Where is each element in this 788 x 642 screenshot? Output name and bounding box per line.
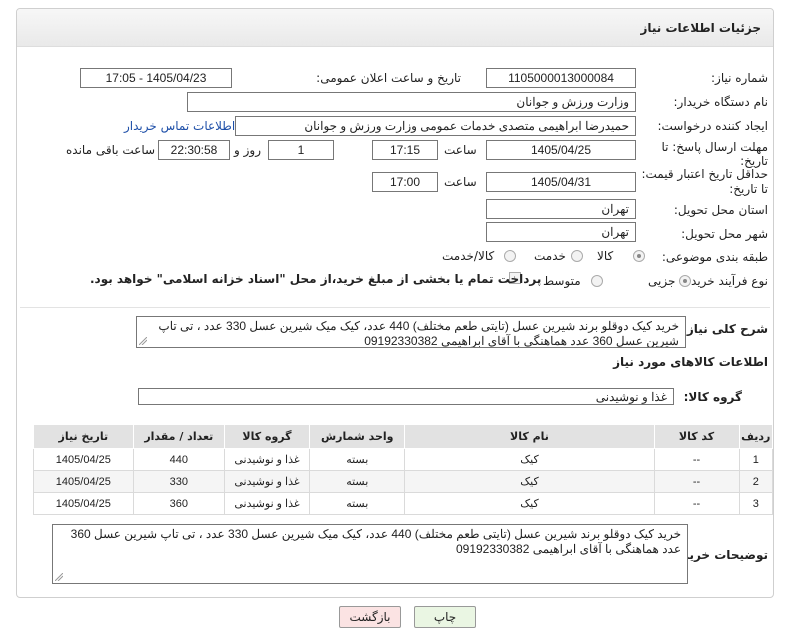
validity-time-field: 17:00	[372, 172, 438, 192]
table-row: 2 -- کیک بسته غذا و نوشیدنی 330 1405/04/…	[33, 470, 774, 493]
province-label: استان محل تحویل:	[673, 203, 768, 217]
process-radio-medium[interactable]	[591, 275, 603, 287]
col-date: تاریخ نیاز	[33, 424, 134, 449]
category-option-both: کالا/خدمت	[442, 249, 495, 263]
validity-time-label: ساعت	[444, 175, 477, 189]
cell-date: 1405/04/25	[33, 448, 134, 471]
separator	[20, 307, 770, 308]
cell-row: 2	[738, 470, 774, 493]
back-button[interactable]: بازگشت	[339, 606, 401, 628]
cell-code: --	[653, 448, 740, 471]
cell-name: کیک	[404, 492, 655, 515]
validity-label-date: تا تاریخ:	[729, 182, 768, 196]
city-label: شهر محل تحویل:	[681, 227, 768, 241]
buyer-notes-text: خرید کیک دوقلو برند شیرین عسل (تایتی طعم…	[70, 527, 681, 556]
category-radio-service[interactable]	[571, 250, 583, 262]
goods-table: ردیف کد کالا نام کالا واحد شمارش گروه کا…	[33, 424, 774, 515]
requester-field: حمیدرضا ابراهیمی متصدی خدمات عمومی وزارت…	[235, 116, 636, 136]
cell-group: غذا و نوشیدنی	[223, 448, 311, 471]
description-label: شرح کلی نیاز:	[682, 322, 768, 336]
cell-quantity: 440	[132, 448, 225, 471]
buyer-org-label: نام دستگاه خریدار:	[673, 95, 769, 109]
validity-date-field: 1405/04/31	[486, 172, 636, 192]
cell-quantity: 330	[132, 470, 225, 493]
cell-name: کیک	[404, 470, 655, 493]
cell-unit: بسته	[309, 448, 406, 471]
cell-unit: بسته	[309, 492, 406, 515]
col-quantity: تعداد / مقدار	[132, 424, 225, 449]
need-number-field: 1105000013000084	[486, 68, 636, 88]
deadline-label-date: تاریخ:	[740, 154, 768, 168]
cell-row: 3	[738, 492, 774, 515]
goods-section-title: اطلاعات کالاهای مورد نیاز	[613, 355, 768, 369]
deadline-time-label: ساعت	[444, 143, 477, 157]
col-unit: واحد شمارش	[309, 424, 406, 449]
col-group: گروه کالا	[223, 424, 311, 449]
goods-table-header: ردیف کد کالا نام کالا واحد شمارش گروه کا…	[33, 424, 774, 449]
requester-label: ایجاد کننده درخواست:	[657, 119, 768, 133]
col-name: نام کالا	[404, 424, 655, 449]
cell-name: کیک	[404, 448, 655, 471]
col-row: ردیف	[738, 424, 774, 449]
category-radio-goods[interactable]	[633, 250, 645, 262]
validity-label: حداقل تاریخ اعتبار قیمت:	[641, 167, 768, 181]
goods-group-field: غذا و نوشیدنی	[138, 388, 674, 405]
cell-row: 1	[738, 448, 774, 471]
cell-unit: بسته	[309, 470, 406, 493]
process-option-medium: متوسط	[543, 274, 581, 288]
days-remaining-field: 1	[268, 140, 334, 160]
cell-group: غذا و نوشیدنی	[223, 470, 311, 493]
process-label: نوع فرآیند خرید :	[683, 274, 768, 288]
cell-code: --	[653, 492, 740, 515]
days-label: روز و	[234, 143, 261, 157]
time-remaining-label: ساعت باقی مانده	[66, 143, 156, 157]
deadline-date-field: 1405/04/25	[486, 140, 636, 160]
col-code: کد کالا	[653, 424, 740, 449]
category-option-goods: کالا	[597, 249, 614, 263]
buyer-org-field: وزارت ورزش و جوانان	[187, 92, 636, 112]
cell-group: غذا و نوشیدنی	[223, 492, 311, 515]
print-button[interactable]: چاپ	[414, 606, 476, 628]
cell-code: --	[653, 470, 740, 493]
announce-label: تاریخ و ساعت اعلان عمومی:	[316, 71, 461, 85]
goods-group-label: گروه کالا:	[683, 390, 742, 404]
announce-field: 1405/04/23 - 17:05	[80, 68, 232, 88]
category-label: طبقه بندی موضوعی:	[661, 250, 768, 264]
table-row: 3 -- کیک بسته غذا و نوشیدنی 360 1405/04/…	[33, 492, 774, 515]
city-field: تهران	[486, 222, 636, 242]
resize-handle-icon[interactable]	[55, 573, 63, 581]
buyer-notes-textarea[interactable]: خرید کیک دوقلو برند شیرین عسل (تایتی طعم…	[52, 524, 688, 584]
buyer-contact-link[interactable]: اطلاعات تماس خریدار	[124, 119, 235, 133]
deadline-label: مهلت ارسال پاسخ: تا	[661, 140, 768, 154]
treasury-payment-note: پرداخت تمام یا بخشی از مبلغ خرید،از محل …	[90, 272, 542, 286]
province-field: تهران	[486, 199, 636, 219]
process-option-minor: جزیی	[648, 274, 676, 288]
cell-date: 1405/04/25	[33, 470, 134, 493]
description-textarea[interactable]: خرید کیک دوقلو برند شیرین عسل (تایتی طعم…	[136, 316, 686, 348]
deadline-time-field: 17:15	[372, 140, 438, 160]
resize-handle-icon[interactable]	[139, 337, 147, 345]
category-radio-both[interactable]	[504, 250, 516, 262]
cell-date: 1405/04/25	[33, 492, 134, 515]
table-row: 1 -- کیک بسته غذا و نوشیدنی 440 1405/04/…	[33, 448, 774, 471]
time-remaining-field: 22:30:58	[158, 140, 230, 160]
process-radio-minor[interactable]	[679, 275, 691, 287]
description-text: خرید کیک دوقلو برند شیرین عسل (تایتی طعم…	[158, 319, 679, 348]
cell-quantity: 360	[132, 492, 225, 515]
need-number-label: شماره نیاز:	[711, 71, 768, 85]
category-option-service: خدمت	[534, 249, 566, 263]
panel-title: جزئیات اطلاعات نیاز	[17, 9, 773, 47]
